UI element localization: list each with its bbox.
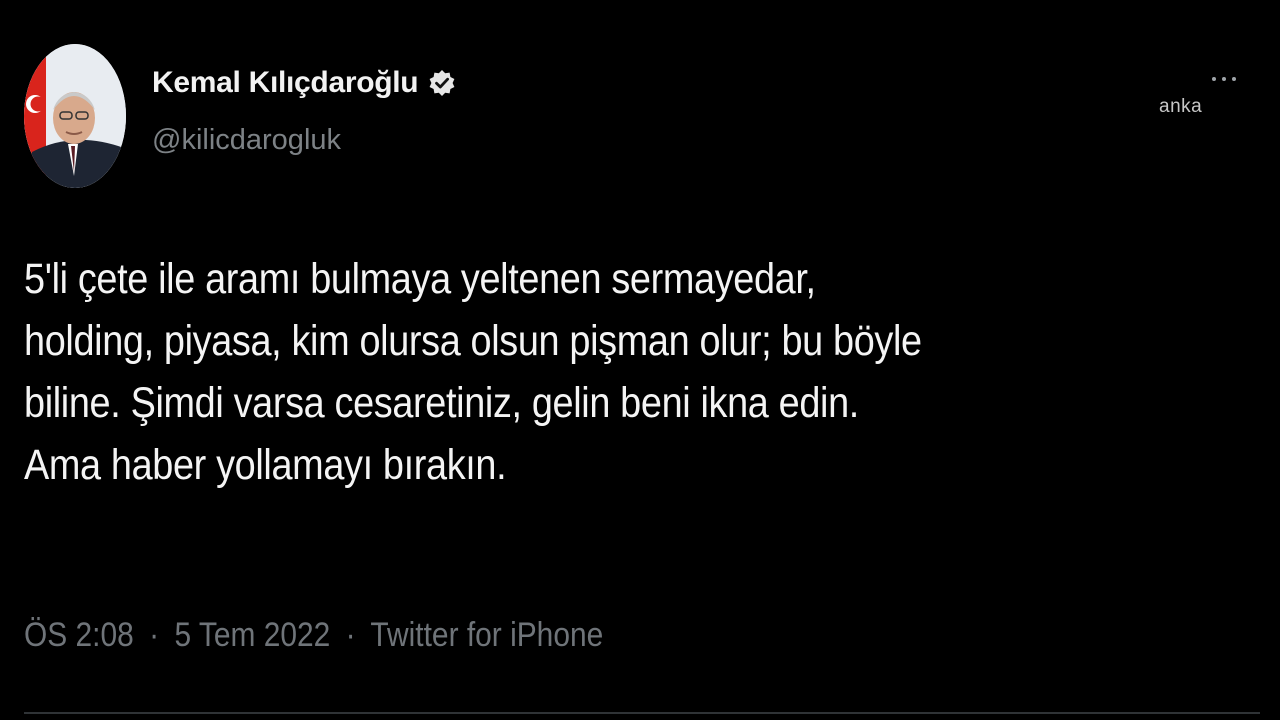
tweet-meta: ÖS 2:08 · 5 Tem 2022 · Twitter for iPhon…	[24, 616, 603, 655]
author-handle[interactable]: @kilicdarogluk	[152, 124, 341, 157]
divider	[24, 712, 1260, 714]
tweet-time[interactable]: ÖS 2:08	[24, 616, 134, 654]
author-name-text: Kemal Kılıçdaroğlu	[152, 66, 419, 99]
author-name[interactable]: Kemal Kılıçdaroğlu	[152, 66, 456, 100]
meta-separator: ·	[149, 616, 160, 654]
tweet-source[interactable]: Twitter for iPhone	[370, 616, 603, 654]
tweet-card: Kemal Kılıçdaroğlu @kilicdarogluk anka 5…	[0, 0, 1280, 720]
profile-photo-icon	[24, 44, 126, 188]
anka-watermark: anka	[1159, 96, 1203, 117]
meta-separator: ·	[345, 616, 356, 654]
tweet-date[interactable]: 5 Tem 2022	[174, 616, 330, 654]
tweet-text: 5'li çete ile aramı bulmaya yeltenen ser…	[24, 255, 922, 489]
more-options-icon[interactable]	[1212, 72, 1248, 86]
author-avatar[interactable]	[24, 44, 126, 188]
verified-badge-icon	[428, 69, 456, 97]
